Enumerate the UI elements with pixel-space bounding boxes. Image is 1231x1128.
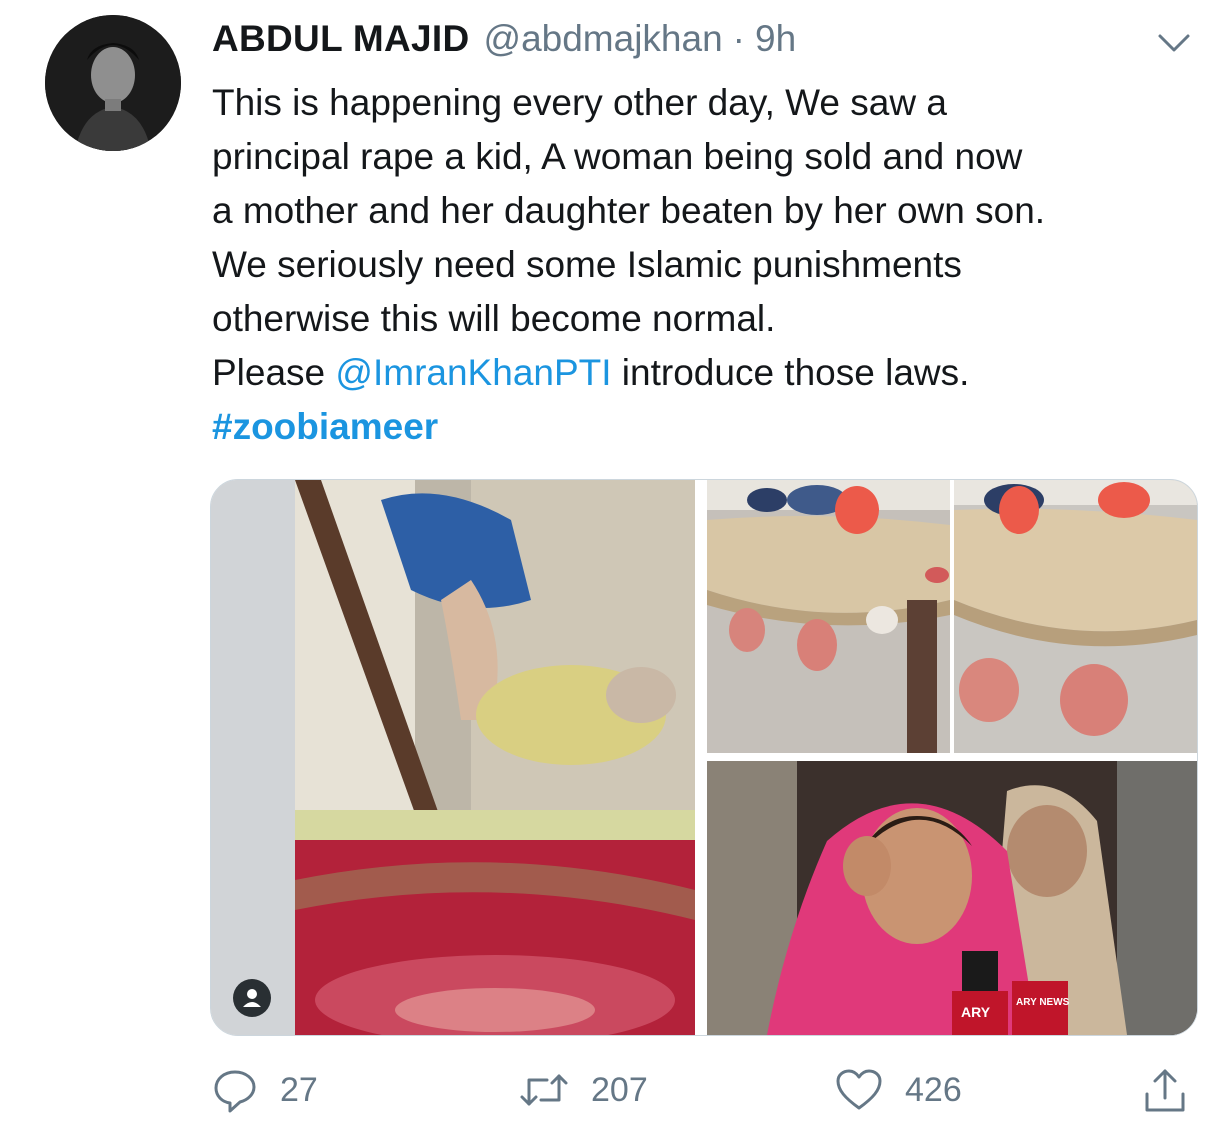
media-tile-photo[interactable]: ARY ARY NEWS bbox=[707, 761, 1197, 1035]
tweet-header: ABDUL MAJID @abdmajkhan · 9h bbox=[212, 18, 796, 66]
heart-icon bbox=[835, 1068, 883, 1112]
mention-link[interactable]: @ImranKhanPTI bbox=[335, 352, 611, 393]
author-handle[interactable]: @abdmajkhan bbox=[484, 18, 723, 60]
tweet-text-line: otherwise this will become normal. bbox=[212, 298, 776, 339]
media-tile-video[interactable] bbox=[211, 480, 695, 1035]
chevron-down-icon[interactable] bbox=[1156, 30, 1192, 56]
mic-logo: ARY bbox=[961, 1004, 991, 1020]
tweet-actions: 27 207 426 bbox=[212, 1064, 1202, 1116]
reply-icon bbox=[212, 1067, 258, 1113]
avatar[interactable] bbox=[45, 15, 181, 151]
tweet-text-line: a mother and her daughter beaten by her … bbox=[212, 190, 1046, 231]
media-tile-photo[interactable] bbox=[954, 480, 1197, 753]
please-prefix: Please bbox=[212, 352, 336, 393]
retweet-count: 207 bbox=[591, 1070, 648, 1109]
tweet-timestamp[interactable]: 9h bbox=[755, 18, 796, 60]
tweet-text-line: We seriously need some Islamic punishmen… bbox=[212, 244, 962, 285]
media-tile-photo[interactable] bbox=[707, 480, 950, 753]
share-icon bbox=[1142, 1066, 1188, 1114]
like-count: 426 bbox=[905, 1070, 962, 1109]
author-name[interactable]: ABDUL MAJID bbox=[212, 18, 470, 60]
person-icon[interactable] bbox=[233, 979, 271, 1017]
tweet-text-line: This is happening every other day, We sa… bbox=[212, 82, 947, 123]
reply-count: 27 bbox=[280, 1070, 318, 1109]
mic-logo: ARY NEWS bbox=[1016, 997, 1070, 1008]
separator-dot: · bbox=[732, 18, 745, 59]
media-grid: ARY ARY NEWS bbox=[210, 479, 1198, 1036]
tweet-text-line-mention: Please @ImranKhanPTI introduce those law… bbox=[212, 346, 1212, 400]
retweet-icon bbox=[519, 1070, 569, 1110]
hashtag-link[interactable]: #zoobiameer bbox=[212, 400, 1212, 454]
reply-button[interactable]: 27 bbox=[212, 1064, 318, 1116]
tweet-text-line: principal rape a kid, A woman being sold… bbox=[212, 136, 1023, 177]
avatar-photo bbox=[45, 15, 181, 151]
share-button[interactable] bbox=[1142, 1064, 1188, 1116]
retweet-button[interactable]: 207 bbox=[519, 1064, 648, 1116]
tweet-text: This is happening every other day, We sa… bbox=[212, 76, 1212, 454]
please-suffix: introduce those laws. bbox=[611, 352, 970, 393]
like-button[interactable]: 426 bbox=[835, 1064, 962, 1116]
